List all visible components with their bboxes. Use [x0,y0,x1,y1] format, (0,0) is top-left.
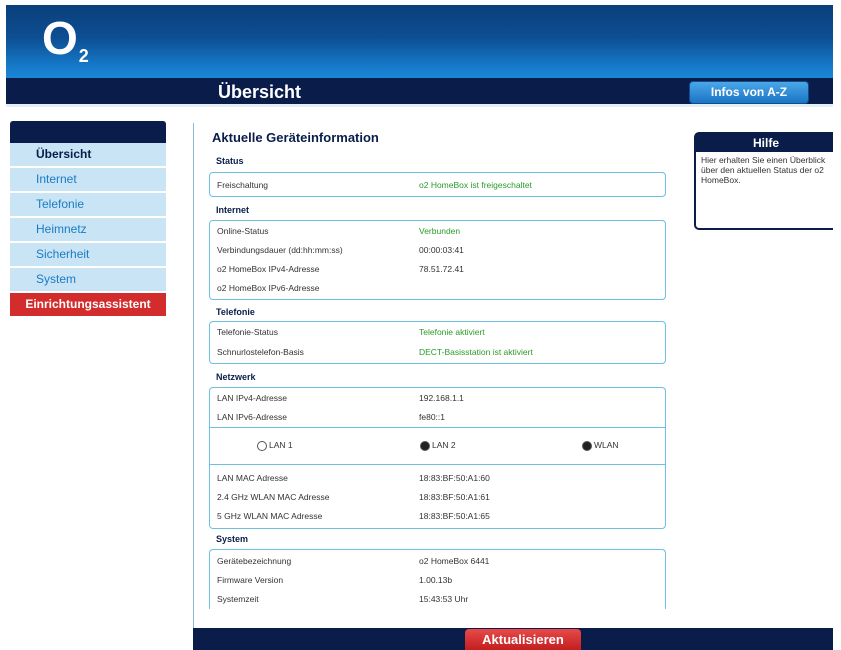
radio-unchecked-icon [257,440,267,451]
row-key: o2 HomeBox IPv4-Adresse [217,264,320,274]
sidebar-item-uebersicht[interactable]: Übersicht [10,143,166,168]
help-text: Hier erhalten Sie einen Überblick über d… [701,155,826,185]
logo-letter: O [42,12,78,64]
section-label-netzwerk: Netzwerk [216,372,256,382]
section-label-system: System [216,534,249,544]
row-value: 192.168.1.1 [419,393,464,403]
radio-label: LAN 1 [269,440,293,450]
header-divider [6,104,833,107]
radio-checked-icon [420,440,430,451]
sidebar-header [10,121,166,143]
row-key: Telefonie-Status [217,327,278,337]
row-key: Freischaltung [217,180,269,190]
divider [210,464,665,465]
row-key: 5 GHz WLAN MAC Adresse [217,511,323,521]
row-key: LAN IPv6-Adresse [217,412,287,422]
row-key: 2.4 GHz WLAN MAC Adresse [217,492,330,502]
row-value: Telefonie aktiviert [419,327,485,337]
row-value: DECT-Basisstation ist aktiviert [419,347,533,357]
radio-lan1[interactable]: LAN 1 [257,440,293,451]
netzwerk-box: LAN IPv4-Adresse 192.168.1.1 LAN IPv6-Ad… [209,387,666,529]
row-key: Verbindungsdauer (dd:hh:mm:ss) [217,245,343,255]
internet-box: Online-Status Verbunden Verbindungsdauer… [209,220,666,300]
row-value: o2 HomeBox 6441 [419,556,490,566]
radio-label: WLAN [594,440,619,450]
o2-logo[interactable]: O2 [42,12,89,65]
sidebar-nav: Übersicht Internet Telefonie Heimnetz Si… [10,143,166,318]
row-value: 18:83:BF:50:A1:61 [419,492,490,502]
refresh-button[interactable]: Aktualisieren [465,629,581,650]
status-box: Freischaltung o2 HomeBox ist freigeschal… [209,172,666,197]
help-title: Hilfe [696,134,836,152]
row-key: Firmware Version [217,575,284,585]
sidebar-item-sicherheit[interactable]: Sicherheit [10,243,166,268]
section-label-telefonie: Telefonie [216,307,255,317]
help-box: Hilfe Hier erhalten Sie einen Überblick … [694,132,838,230]
row-key: LAN IPv4-Adresse [217,393,287,403]
radio-checked-icon [582,440,592,451]
radio-label: LAN 2 [432,440,456,450]
logo-subscript: 2 [78,46,89,66]
section-label-status: Status [216,156,244,166]
row-value: fe80::1 [419,412,445,422]
row-value: 18:83:BF:50:A1:60 [419,473,490,483]
row-value: 78.51.72.41 [419,264,464,274]
header-banner: O2 [6,5,833,78]
sidebar-item-internet[interactable]: Internet [10,168,166,193]
panel-title: Aktuelle Geräteinformation [212,130,379,145]
row-value: o2 HomeBox ist freigeschaltet [419,180,532,190]
radio-lan2[interactable]: LAN 2 [420,440,456,451]
section-label-internet: Internet [216,205,250,215]
radio-wlan[interactable]: WLAN [582,440,619,451]
page-title: Übersicht [218,82,302,102]
sidebar-item-heimnetz[interactable]: Heimnetz [10,218,166,243]
row-key: Schnurlostelefon-Basis [217,347,304,357]
frame-edge [833,0,841,650]
row-value: 15:43:53 Uhr [419,594,469,604]
sidebar-item-einrichtungsassistent[interactable]: Einrichtungsassistent [10,293,166,318]
row-value: 1.00.13b [419,575,453,585]
row-value: Verbunden [419,226,461,236]
infos-a-z-button[interactable]: Infos von A-Z [689,81,809,104]
row-key: LAN MAC Adresse [217,473,288,483]
row-key: o2 HomeBox IPv6-Adresse [217,283,320,293]
telefonie-box: Telefonie-Status Telefonie aktiviert Sch… [209,321,666,364]
row-key: Online-Status [217,226,269,236]
row-key: Systemzeit [217,594,259,604]
system-box: Gerätebezeichnung o2 HomeBox 6441 Firmwa… [209,549,666,609]
sidebar-item-telefonie[interactable]: Telefonie [10,193,166,218]
sidebar-item-system[interactable]: System [10,268,166,293]
divider [210,427,665,428]
row-value: 00:00:03:41 [419,245,464,255]
row-value: 18:83:BF:50:A1:65 [419,511,490,521]
row-key: Gerätebezeichnung [217,556,292,566]
